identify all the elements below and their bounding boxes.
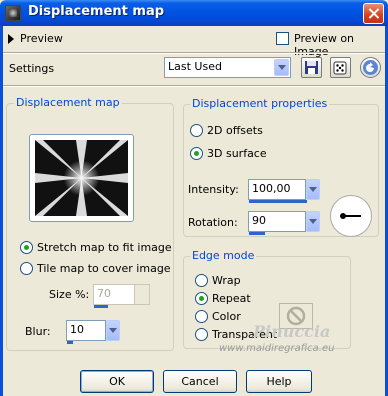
divider	[3, 86, 385, 87]
2d-offsets-radio[interactable]	[190, 124, 203, 137]
intensity-slider-bar[interactable]	[249, 200, 307, 203]
size-value: 70	[97, 287, 111, 300]
rotation-input[interactable]: 90	[248, 211, 306, 235]
rotation-slider-bar[interactable]	[249, 232, 265, 235]
map-preview-image	[35, 140, 128, 216]
tile-map-radio[interactable]	[20, 262, 33, 275]
blur-label: Blur:	[25, 325, 51, 338]
edge-mode-title: Edge mode	[190, 249, 257, 262]
window-border-left	[0, 26, 3, 396]
arrow-left-icon	[340, 213, 361, 219]
stretch-map-radio[interactable]	[20, 241, 33, 254]
settings-select[interactable]: Last Used	[164, 57, 291, 78]
app-icon	[5, 5, 21, 21]
size-slider-bar[interactable]	[94, 305, 108, 308]
edge-repeat-radio[interactable]	[195, 292, 208, 305]
3d-surface-radio[interactable]	[190, 147, 203, 160]
undo-arrow-icon	[363, 60, 378, 75]
blur-input[interactable]: 10	[66, 320, 106, 344]
preview-on-image-checkbox[interactable]	[276, 32, 289, 45]
size-spin-button[interactable]	[134, 284, 150, 305]
edge-color-label: Color	[212, 310, 241, 323]
settings-value: Last Used	[168, 60, 222, 73]
displacement-properties-title: Displacement properties	[190, 97, 330, 110]
watermark-name: Pinuccia	[253, 322, 331, 341]
blur-slider-bar[interactable]	[67, 341, 73, 344]
rotation-dropdown-button[interactable]	[306, 211, 320, 232]
displacement-map-group-title: Displacement map	[14, 96, 122, 109]
intensity-label: Intensity:	[188, 183, 239, 196]
chevron-down-icon[interactable]	[274, 59, 289, 76]
window-title: Displacement map	[28, 4, 165, 19]
edge-wrap-label: Wrap	[212, 274, 241, 287]
settings-label: Settings	[9, 62, 55, 75]
edge-wrap-radio[interactable]	[195, 274, 208, 287]
rotation-label: Rotation:	[188, 216, 238, 229]
3d-surface-label: 3D surface	[207, 147, 267, 160]
edge-transparent-radio[interactable]	[195, 328, 208, 341]
title-bar: Displacement map	[0, 0, 388, 26]
divider	[3, 53, 385, 54]
size-input[interactable]: 70	[93, 284, 135, 308]
preview-label[interactable]: Preview	[20, 32, 63, 45]
stretch-map-label: Stretch map to fit image	[37, 241, 172, 254]
expand-preview-icon[interactable]	[8, 34, 14, 44]
close-button[interactable]	[363, 3, 384, 24]
floppy-disk-icon	[305, 61, 318, 74]
size-label: Size %:	[49, 288, 90, 301]
blur-value: 10	[70, 323, 84, 336]
2d-offsets-label: 2D offsets	[207, 124, 263, 137]
watermark-url: www.maidiregrafica.eu	[219, 343, 335, 354]
intensity-value: 100,00	[252, 182, 291, 195]
blur-dropdown-button[interactable]	[106, 320, 120, 341]
ok-button[interactable]: OK	[80, 370, 154, 393]
cancel-button[interactable]: Cancel	[163, 370, 237, 393]
preview-on-image-label: Preview on Image	[294, 32, 355, 58]
rotation-value: 90	[252, 214, 266, 227]
edge-repeat-label: Repeat	[212, 292, 251, 305]
save-preset-button[interactable]	[301, 57, 322, 78]
reset-button[interactable]	[360, 57, 381, 78]
intensity-dropdown-button[interactable]	[306, 179, 320, 200]
intensity-input[interactable]: 100,00	[248, 179, 307, 203]
randomize-button[interactable]	[330, 57, 351, 78]
dice-icon	[333, 61, 347, 75]
help-button[interactable]: Help	[246, 370, 312, 393]
tile-map-label: Tile map to cover image	[37, 262, 171, 275]
rotation-dial[interactable]	[330, 195, 372, 237]
edge-color-radio[interactable]	[195, 310, 208, 323]
map-preview-frame[interactable]	[29, 134, 134, 222]
